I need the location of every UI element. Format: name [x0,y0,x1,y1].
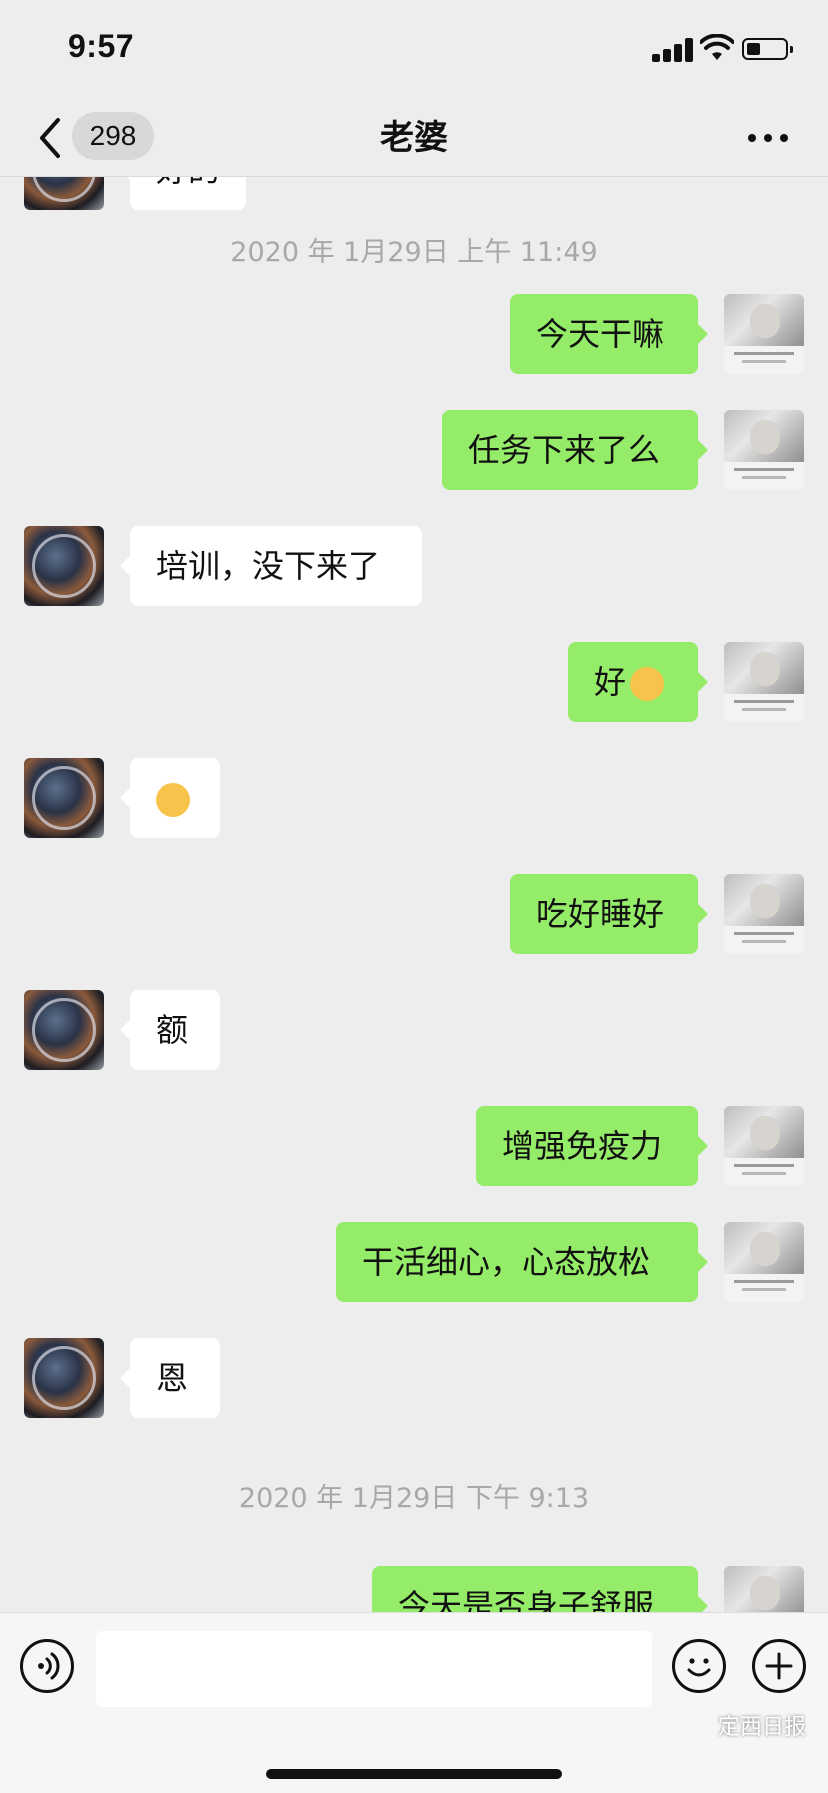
voice-input-button[interactable] [20,1639,74,1693]
source-watermark: 定西日报 [717,1715,806,1740]
message-text: 好 [594,663,627,701]
signal-icon [652,36,696,62]
timestamp: 2020 年 1月29日 下午 9:13 [238,1483,590,1514]
contact-avatar[interactable] [24,758,104,838]
message-bubble-outgoing[interactable]: 任务下来了么 [442,410,708,490]
message-bubble-incoming[interactable]: 额 [120,990,220,1070]
smiley-icon [687,1658,711,1677]
status-bar: 9:57 [0,0,828,100]
my-avatar[interactable] [724,642,804,722]
my-avatar[interactable] [724,1566,804,1612]
message-bubble-outgoing[interactable]: 增强免疫力 [476,1106,708,1186]
message-bubble-outgoing[interactable]: 好 [568,642,708,722]
battery-icon [742,38,793,60]
my-avatar[interactable] [724,874,804,954]
message-bubble-incoming[interactable]: 好的 [119,176,247,210]
input-bar: 定西日报 [0,1612,828,1793]
more-functions-button[interactable] [752,1639,806,1693]
contact-avatar[interactable] [24,526,104,606]
my-avatar[interactable] [724,294,804,374]
message-bubble-incoming[interactable]: 培训，没下来了 [120,526,422,606]
contact-avatar[interactable] [24,1338,104,1418]
pleading-face-emoji-icon [156,783,190,817]
message-bubble-incoming[interactable]: 恩 [120,1338,220,1418]
home-indicator[interactable] [266,1769,562,1779]
voice-wave-icon [38,1652,60,1680]
plus-icon [765,1652,793,1680]
timestamp: 2020 年 1月29日 上午 11:49 [230,237,598,268]
wifi-icon [700,34,734,60]
my-avatar[interactable] [724,410,804,490]
chat-header: 298 老婆 [0,100,828,177]
message-bubble-outgoing[interactable]: 干活细心，心态放松 [336,1222,708,1302]
message-input[interactable] [96,1631,652,1707]
my-avatar[interactable] [724,1222,804,1302]
more-options-icon[interactable] [748,134,788,144]
message-bubble-outgoing[interactable]: 吃好睡好 [510,874,708,954]
message-list[interactable]: 好的 2020 年 1月29日 上午 11:49 今天干嘛 任务下来了么 培训，… [0,176,828,1612]
contact-avatar[interactable] [24,176,104,210]
message-bubble-incoming[interactable] [120,758,220,838]
my-avatar[interactable] [724,1106,804,1186]
chat-title: 老婆 [380,118,448,158]
emoji-button[interactable] [672,1639,726,1693]
ok-hand-emoji-icon [630,667,665,701]
contact-avatar[interactable] [24,990,104,1070]
message-bubble-outgoing[interactable]: 今天是否身子舒服 [372,1566,708,1612]
message-bubble-outgoing[interactable]: 今天干嘛 [510,294,708,374]
status-time: 9:57 [68,28,135,64]
